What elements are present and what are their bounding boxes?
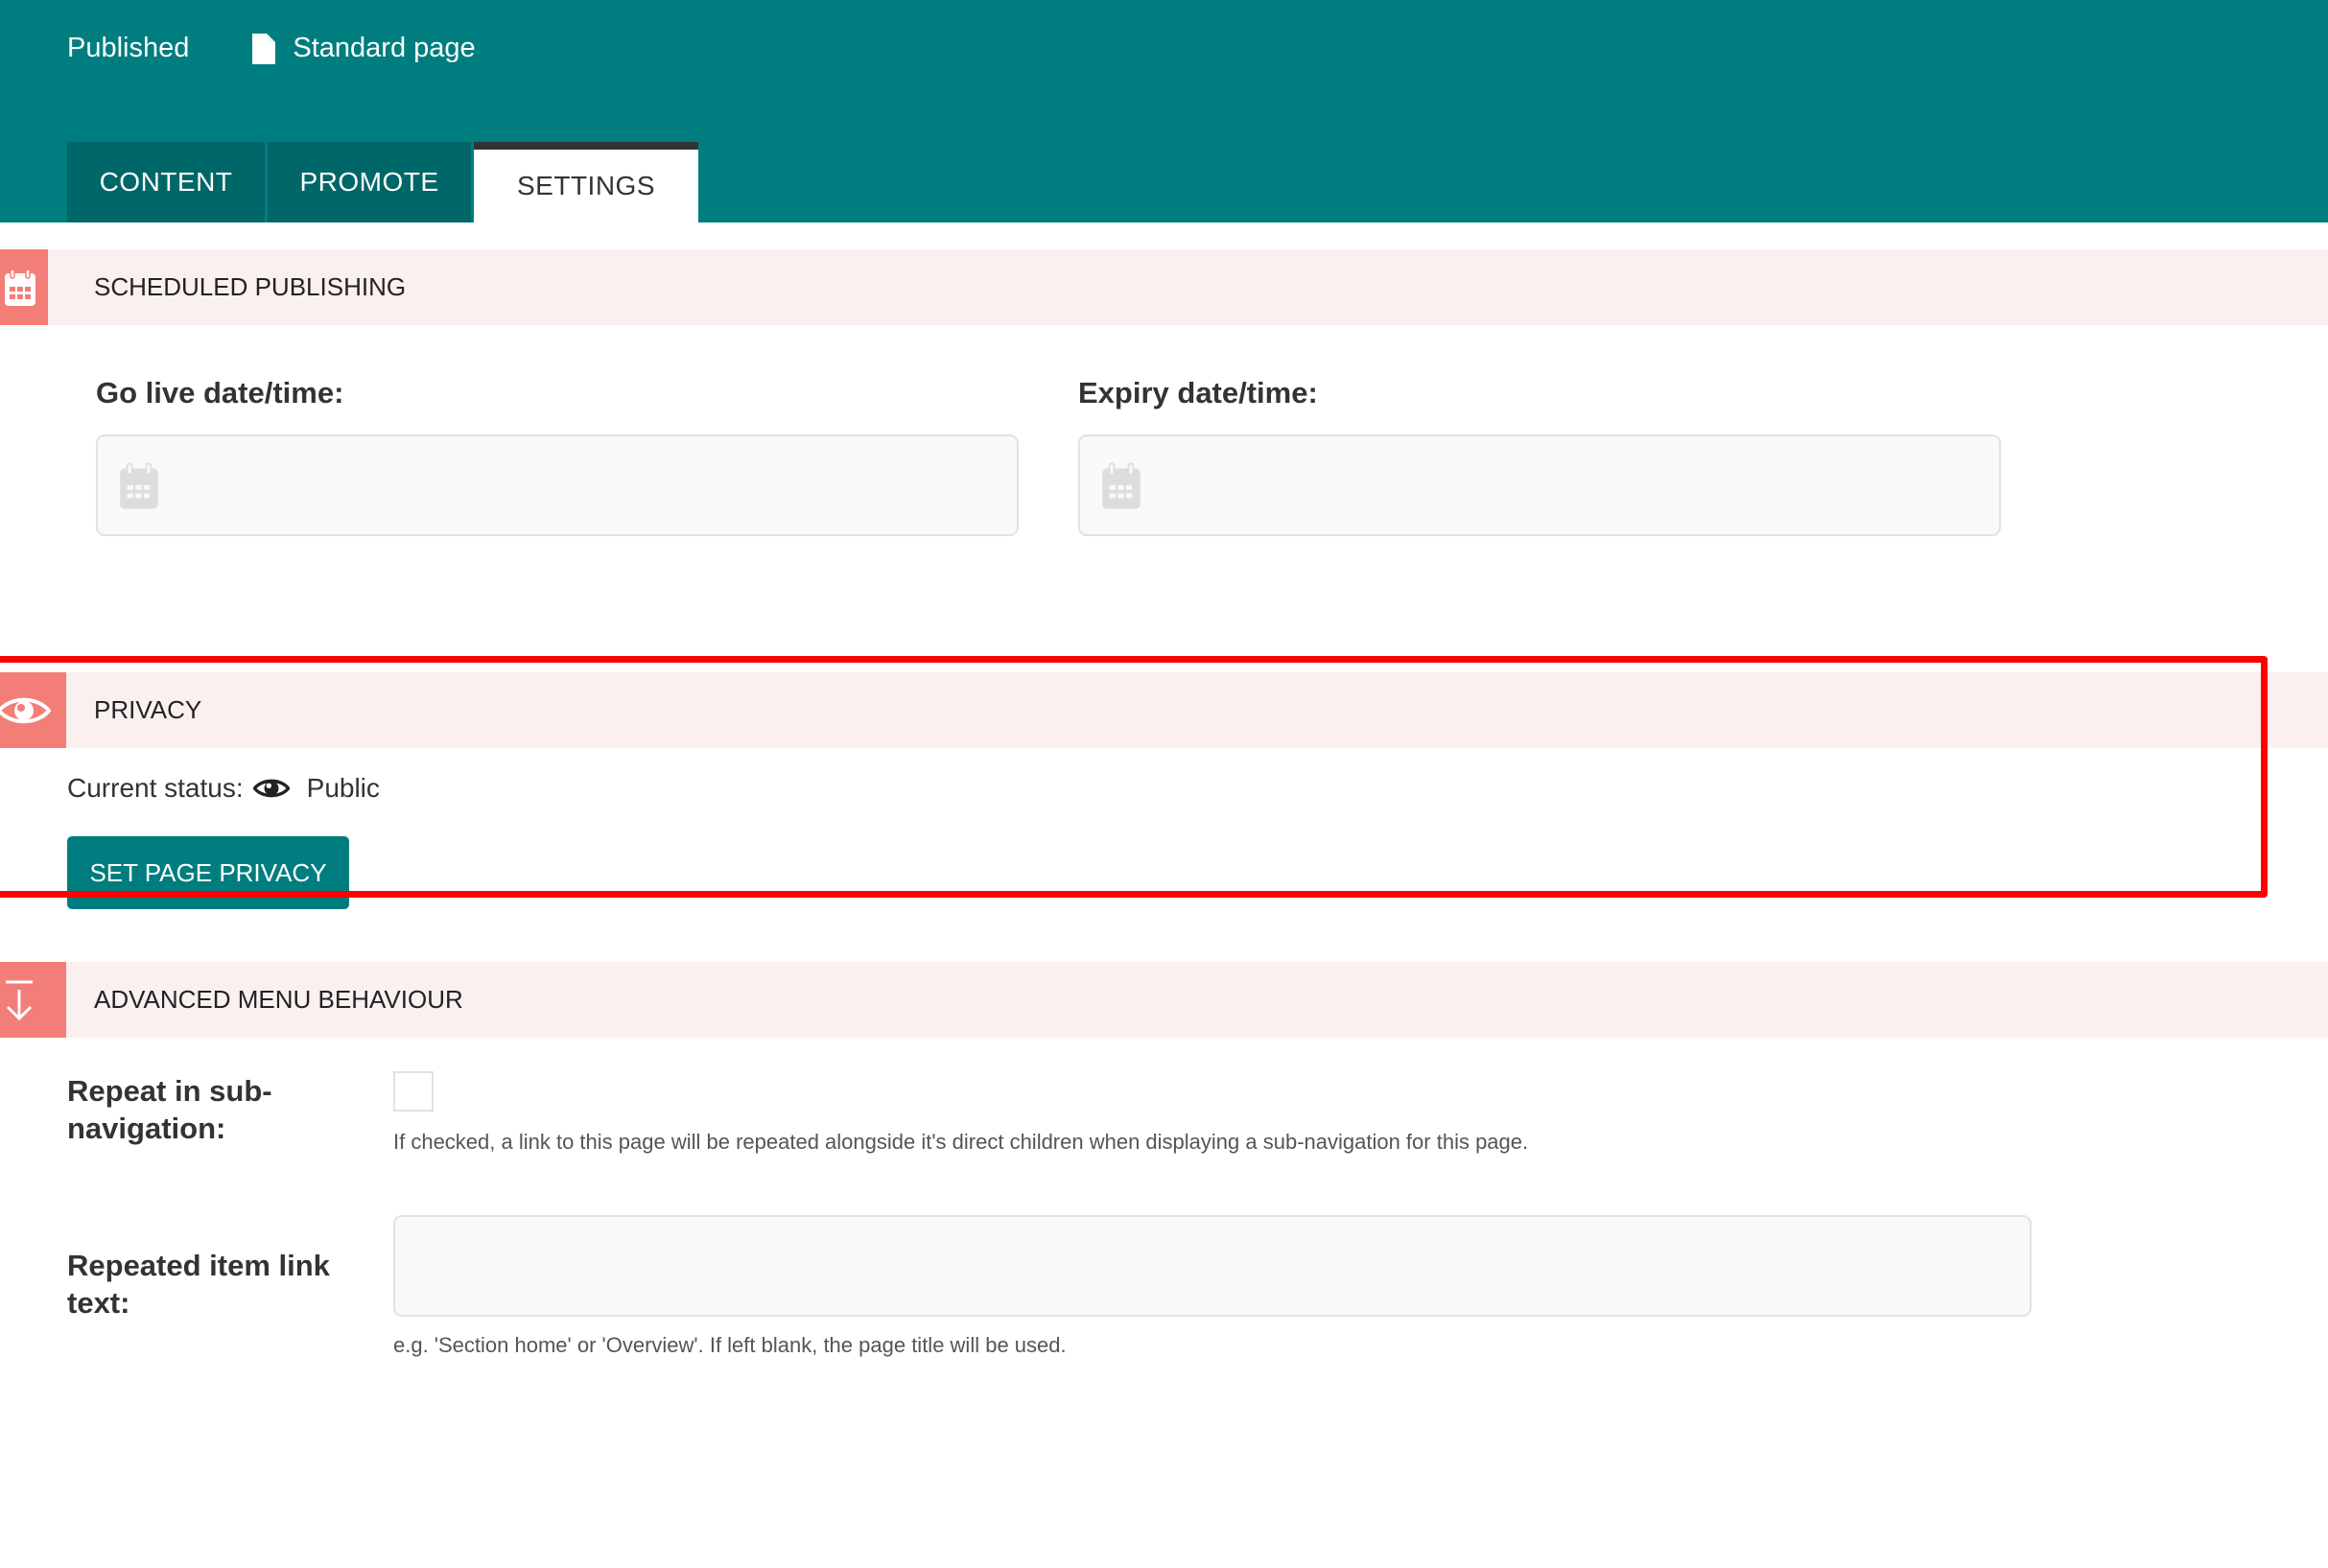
editor-tabs: CONTENT PROMOTE SETTINGS bbox=[67, 142, 701, 222]
repeat-subnav-help: If checked, a link to this page will be … bbox=[393, 1130, 1529, 1154]
tab-content[interactable]: CONTENT bbox=[67, 142, 265, 222]
link-text-label: Repeated item link text: bbox=[67, 1249, 330, 1320]
page-header: Published Standard page CONTENT PROMOTE … bbox=[0, 0, 2328, 222]
section-advanced-menu: ADVANCED MENU BEHAVIOUR bbox=[0, 962, 2328, 1038]
calendar-icon bbox=[0, 249, 48, 325]
privacy-status: Current status: Public bbox=[67, 773, 380, 804]
calendar-icon bbox=[120, 462, 158, 509]
eye-icon bbox=[0, 672, 66, 748]
status-label: Current status: bbox=[67, 773, 244, 803]
section-privacy: PRIVACY bbox=[0, 672, 2328, 748]
document-icon bbox=[252, 33, 276, 64]
go-live-label: Go live date/time: bbox=[96, 376, 344, 410]
expiry-date-input[interactable] bbox=[1078, 434, 2001, 536]
arrow-down-icon bbox=[0, 962, 66, 1038]
go-live-date-input[interactable] bbox=[96, 434, 1019, 536]
page-type: Standard page bbox=[293, 33, 476, 63]
tab-settings[interactable]: SETTINGS bbox=[474, 142, 698, 222]
expiry-label: Expiry date/time: bbox=[1078, 376, 1318, 410]
eye-icon bbox=[252, 779, 290, 798]
repeat-subnav-checkbox[interactable] bbox=[393, 1071, 434, 1112]
set-page-privacy-button[interactable]: SET PAGE PRIVACY bbox=[67, 836, 349, 909]
repeat-subnav-label: Repeat in sub-navigation: bbox=[67, 1074, 272, 1145]
link-text-help: e.g. 'Section home' or 'Overview'. If le… bbox=[393, 1333, 1067, 1357]
section-title: ADVANCED MENU BEHAVIOUR bbox=[94, 985, 463, 1014]
page-meta: Published Standard page bbox=[67, 33, 476, 64]
link-text-input[interactable] bbox=[393, 1215, 2032, 1317]
calendar-icon bbox=[1102, 462, 1140, 509]
section-scheduled-publishing: SCHEDULED PUBLISHING bbox=[0, 249, 2328, 325]
tab-promote[interactable]: PROMOTE bbox=[268, 142, 471, 222]
section-title: SCHEDULED PUBLISHING bbox=[94, 272, 407, 301]
section-title: PRIVACY bbox=[94, 695, 202, 724]
publish-status: Published bbox=[67, 33, 190, 63]
status-value: Public bbox=[306, 773, 380, 803]
